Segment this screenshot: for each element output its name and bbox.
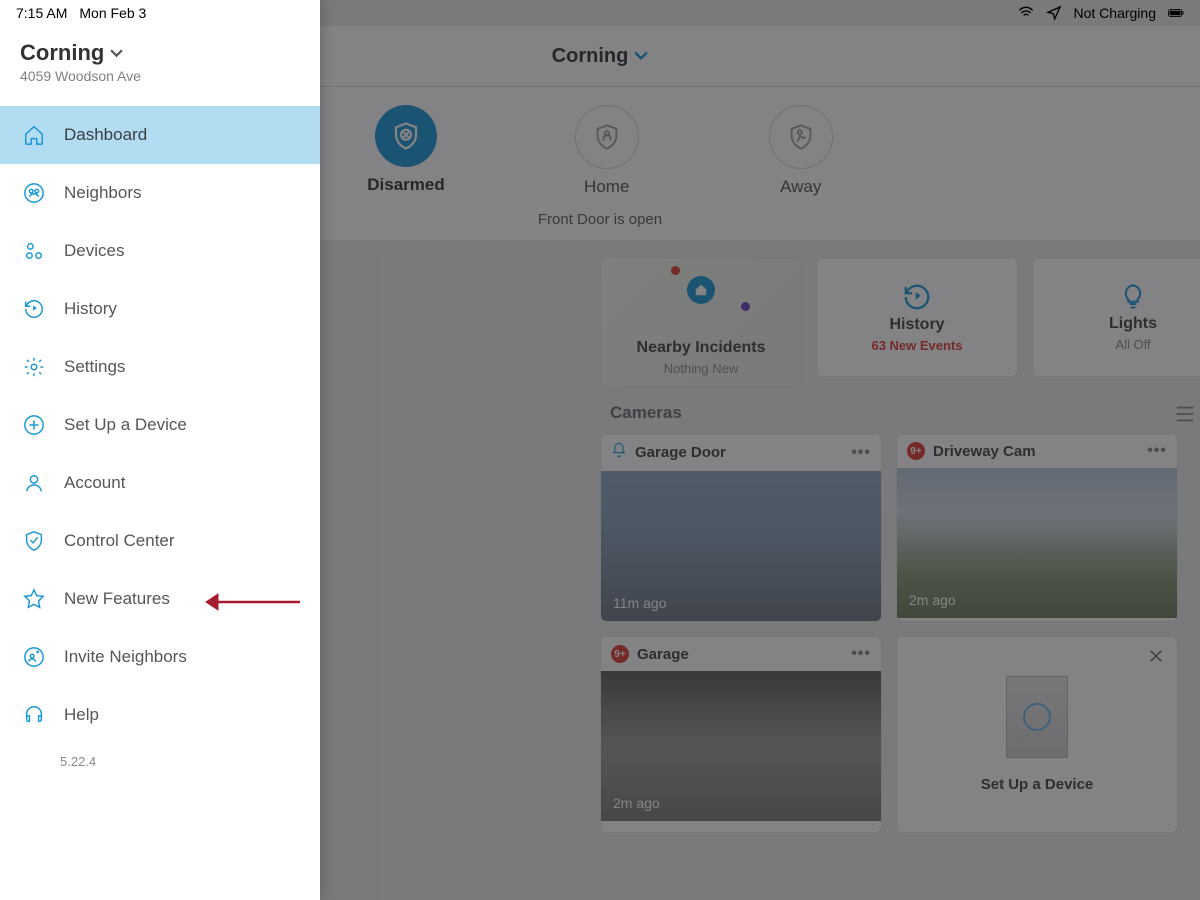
battery-icon [1168, 5, 1184, 21]
group-icon [22, 181, 46, 205]
invite-icon [22, 645, 46, 669]
nav-help[interactable]: Help [0, 686, 320, 744]
status-charge: Not Charging [1074, 5, 1157, 21]
nav-label: Control Center [64, 531, 175, 551]
nav-label: Neighbors [64, 183, 142, 203]
nav-neighbors[interactable]: Neighbors [0, 164, 320, 222]
drawer-address: 4059 Woodson Ave [20, 68, 300, 84]
nav-label: Set Up a Device [64, 415, 187, 435]
drawer-header[interactable]: Corning 4059 Woodson Ave [0, 26, 320, 94]
drawer-location-label: Corning [20, 40, 104, 66]
nav-label: Account [64, 473, 125, 493]
nav-label: Settings [64, 357, 125, 377]
location-icon [1046, 5, 1062, 21]
star-icon [22, 587, 46, 611]
nav-devices[interactable]: Devices [0, 222, 320, 280]
drawer-location[interactable]: Corning [20, 40, 300, 66]
devices-icon [22, 239, 46, 263]
status-bar: 7:15 AM Mon Feb 3 Not Charging [0, 0, 1200, 26]
status-date: Mon Feb 3 [79, 5, 146, 21]
annotation-arrow [204, 590, 302, 619]
nav-label: Invite Neighbors [64, 647, 187, 667]
home-icon [22, 123, 46, 147]
nav-label: New Features [64, 589, 170, 609]
nav-dashboard[interactable]: Dashboard [0, 106, 320, 164]
nav-label: Dashboard [64, 125, 147, 145]
nav-setup-device[interactable]: Set Up a Device [0, 396, 320, 454]
app-frame: Corning Disarmed Home Away Front Door is… [0, 0, 1200, 900]
plus-circle-icon [22, 413, 46, 437]
status-time: 7:15 AM [16, 5, 67, 21]
nav-label: Help [64, 705, 99, 725]
nav-invite-neighbors[interactable]: Invite Neighbors [0, 628, 320, 686]
nav-label: Devices [64, 241, 124, 261]
wifi-icon [1018, 5, 1034, 21]
nav-control-center[interactable]: Control Center [0, 512, 320, 570]
history-icon [22, 297, 46, 321]
shield-check-icon [22, 529, 46, 553]
nav-account[interactable]: Account [0, 454, 320, 512]
user-icon [22, 471, 46, 495]
nav-list: Dashboard Neighbors Devices History Sett… [0, 106, 320, 744]
nav-drawer: Corning 4059 Woodson Ave Dashboard Neigh… [0, 0, 320, 900]
nav-settings[interactable]: Settings [0, 338, 320, 396]
nav-label: History [64, 299, 117, 319]
headset-icon [22, 703, 46, 727]
app-version: 5.22.4 [0, 744, 320, 779]
chevron-down-icon [110, 47, 123, 60]
nav-history[interactable]: History [0, 280, 320, 338]
gear-icon [22, 355, 46, 379]
